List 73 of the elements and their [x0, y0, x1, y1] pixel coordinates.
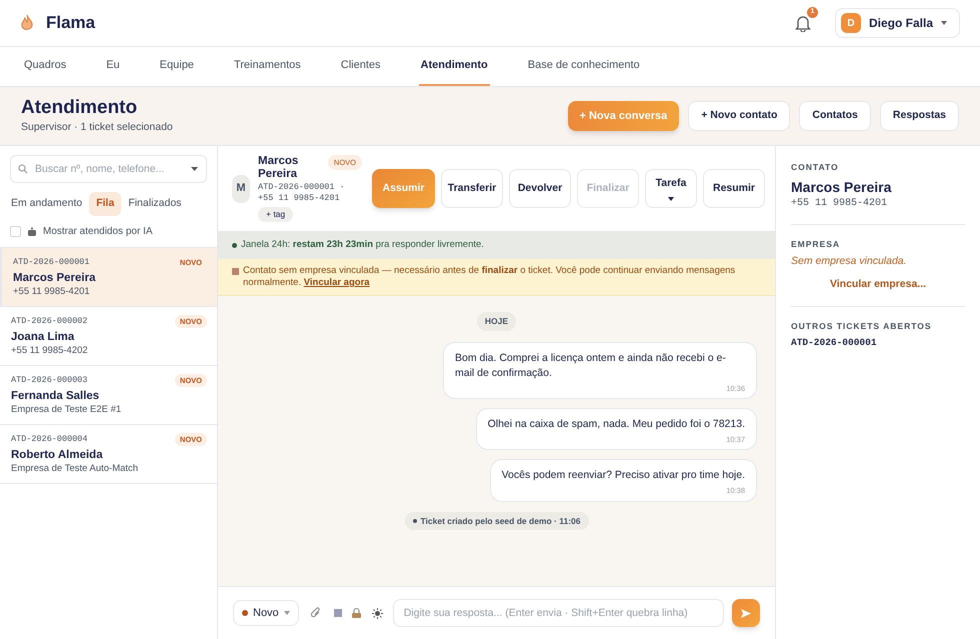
action-button[interactable]: Respostas [880, 101, 959, 131]
message-text: Olhei na caixa de spam, nada. Meu pedido foi o 78213. [488, 417, 745, 432]
contact-name: Marcos Pereira [791, 178, 892, 196]
action-button[interactable]: Tarefa [645, 169, 697, 208]
message-text: Bom dia. Comprei a licença ontem e ainda não recebi o e-mail de confirmação. [455, 350, 727, 381]
event-text: Ticket criado pelo seed de demo · 11:06 [420, 514, 580, 528]
filter-tab[interactable]: Fila [89, 192, 122, 216]
warning-square-icon [232, 268, 239, 275]
nav-tab[interactable]: Base de conhecimento [526, 47, 642, 86]
page-subtitle: Supervisor · 1 ticket selecionado [21, 120, 173, 136]
ticket-code: ATD-2026-000004 [11, 433, 88, 446]
nav-tab[interactable]: Treinamentos [232, 47, 303, 86]
empty-company-text: Sem empresa vinculada. [791, 254, 908, 268]
ticket-detail: Empresa de Teste Auto-Match [11, 462, 140, 476]
message-text: Vocês podem reenviar? Preciso ativar pro time hoje. [502, 468, 745, 484]
action-button[interactable]: Contatos [799, 101, 871, 131]
status-dropdown[interactable]: Novo [233, 600, 299, 626]
ai-checkbox[interactable] [10, 226, 21, 237]
date-separator: HOJE [476, 312, 516, 331]
caret-icon [284, 611, 290, 615]
ticket-contact-name: Marcos Pereira [13, 271, 96, 285]
caret-icon [668, 196, 674, 201]
ticket-detail: +55 11 9985-4201 [13, 285, 91, 299]
contact-name: Marcos Pereira [258, 155, 300, 182]
ticket-code: ATD-2026-000003 [11, 374, 88, 387]
ticket-contact-name: Roberto Almeida [11, 448, 104, 462]
caret-icon [941, 21, 947, 25]
section-heading: EMPRESA [791, 238, 842, 250]
ticket-contact-name: Joana Lima [11, 330, 76, 344]
section-heading: CONTATO [791, 161, 840, 174]
contact-avatar: M [232, 174, 250, 202]
reply-input[interactable]: Digite sua resposta... (Enter envia · Shift+Enter quebra linha) [392, 599, 724, 627]
action-button[interactable]: Transferir [441, 169, 503, 208]
ticket-code: ATD-2026-000001 [13, 256, 90, 269]
warning-message: Contato sem empresa vinculada — necessário antes de finalizar o ticket. Você pode continuar enviando mensagens normalmente. Vincular agora [243, 265, 736, 289]
send-icon [741, 608, 751, 618]
ticket-detail: +55 11 9985-4202 [11, 344, 89, 358]
user-avatar: D [840, 13, 861, 33]
bell-icon [794, 14, 811, 32]
robot-icon [27, 226, 37, 236]
filter-tab[interactable]: Em andamento [6, 192, 88, 216]
square-icon[interactable] [334, 609, 342, 617]
time-window-notice: Janela 24h: restam 23h 23min pra responder livremente. [218, 232, 775, 259]
user-menu-button[interactable]: D Diego Falla [834, 8, 960, 38]
caret-icon [191, 167, 198, 171]
send-button[interactable] [732, 599, 760, 627]
brand-name: Flama [46, 12, 96, 34]
ticket-contact-name: Fernanda Salles [11, 389, 100, 403]
page-title: Atendimento [21, 96, 138, 120]
nav-tab[interactable]: Eu [104, 47, 122, 86]
lock-icon[interactable] [352, 608, 361, 618]
section-heading: OUTROS TICKETS ABERTOS [791, 320, 933, 333]
ticket-code: ATD-2026-000002 [11, 315, 88, 328]
action-button[interactable]: + Novo contato [688, 101, 790, 131]
search-icon [18, 164, 28, 174]
action-button[interactable]: Resumir [703, 169, 765, 208]
filter-tab[interactable]: Finalizados [123, 192, 186, 216]
nav-tab[interactable]: Quadros [22, 47, 68, 86]
link-company-button[interactable]: Vincular empresa... [830, 277, 926, 293]
ticket-code-phone: ATD-2026-000001 · +55 11 9985-4201 [258, 182, 346, 204]
flame-logo-icon [20, 14, 34, 32]
link-now-link[interactable]: Vincular agora [304, 277, 370, 288]
add-tag-button[interactable]: + tag [258, 207, 294, 222]
open-ticket-code: ATD-2026-000001 [791, 336, 878, 350]
nav-tab[interactable]: Equipe [158, 47, 196, 86]
contact-phone: +55 11 9985-4201 [791, 196, 888, 211]
nav-tab[interactable]: Clientes [338, 47, 383, 86]
ticket-detail: Empresa de Teste E2E #1 [11, 403, 122, 417]
ai-filter-label: Mostrar atendidos por IA [43, 224, 152, 239]
paperclip-icon[interactable] [310, 607, 322, 619]
action-button[interactable]: Devolver [509, 169, 571, 208]
search-field[interactable]: Buscar nº, nome, telefone... [10, 155, 207, 183]
sun-icon[interactable] [372, 608, 383, 618]
